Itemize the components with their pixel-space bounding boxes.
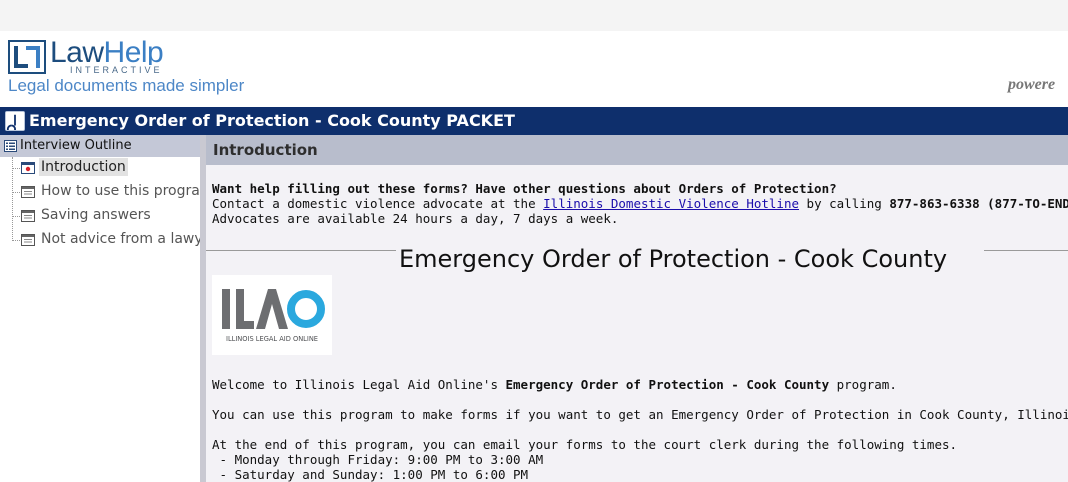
tree-branch bbox=[12, 240, 20, 241]
use-paragraph: You can use this program to make forms i… bbox=[212, 407, 1068, 422]
program-title: Emergency Order of Protection - Cook Cou… bbox=[399, 245, 948, 273]
welcome-paragraph: Welcome to Illinois Legal Aid Online's E… bbox=[212, 377, 897, 392]
contact-prefix: Contact a domestic violence advocate at … bbox=[212, 196, 544, 211]
outline-item-label: Not advice from a lawyer bbox=[41, 231, 200, 247]
outline-item-how-to-use[interactable]: How to use this program bbox=[0, 181, 200, 203]
tree-branch bbox=[12, 192, 20, 193]
logo-tagline: Legal documents made simpler bbox=[8, 76, 245, 95]
outline-item-label: Introduction bbox=[39, 158, 128, 176]
interview-titlebar: Emergency Order of Protection - Cook Cou… bbox=[0, 107, 1068, 135]
outline-item-saving-answers[interactable]: Saving answers bbox=[0, 205, 200, 227]
lawhelp-mark-icon bbox=[8, 40, 46, 74]
section-header: Introduction bbox=[206, 135, 1068, 165]
hotline-number: 877-863-6338 (877-TO-END-DV) bbox=[889, 196, 1068, 211]
page-icon bbox=[21, 210, 35, 222]
title-rule-right bbox=[984, 250, 1068, 251]
logo-subtitle: INTERACTIVE bbox=[68, 65, 165, 75]
powered-by-text: powere bbox=[1008, 76, 1056, 93]
tree-branch bbox=[12, 216, 20, 217]
ilao-logo-caption: ILLINOIS LEGAL AID ONLINE bbox=[226, 334, 318, 343]
ilao-logo: ILLINOIS LEGAL AID ONLINE bbox=[212, 275, 332, 355]
welcome-suffix: program. bbox=[829, 377, 897, 392]
outline-item-label: Saving answers bbox=[41, 207, 151, 223]
ilao-logo-image: ILLINOIS LEGAL AID ONLINE bbox=[222, 289, 325, 343]
tree-branch bbox=[12, 168, 20, 169]
hotline-link[interactable]: Illinois Domestic Violence Hotline bbox=[543, 196, 799, 211]
lawhelp-logo[interactable]: LawHelp INTERACTIVE Legal documents made… bbox=[8, 36, 248, 98]
email-text: At the end of this program, you can emai… bbox=[212, 437, 958, 452]
time-weekday: - Monday through Friday: 9:00 PM to 3:00… bbox=[212, 452, 544, 467]
contact-mid: by calling bbox=[799, 196, 890, 211]
page-icon bbox=[21, 234, 35, 246]
outline-header-label: Interview Outline bbox=[20, 138, 132, 153]
email-paragraph: At the end of this program, you can emai… bbox=[212, 437, 957, 482]
current-page-icon bbox=[21, 162, 35, 174]
question-panel: Introduction Want help filling out these… bbox=[206, 135, 1068, 482]
browser-top-strip bbox=[0, 0, 1068, 31]
interview-outline-panel: Interview Outline Introduction How to us… bbox=[0, 135, 200, 482]
outline-item-introduction[interactable]: Introduction bbox=[0, 157, 200, 179]
advocates-note: Advocates are available 24 hours a day, … bbox=[212, 211, 619, 226]
outline-item-label: How to use this program bbox=[41, 183, 200, 199]
title-rule-left bbox=[206, 250, 396, 251]
outline-item-not-advice[interactable]: Not advice from a lawyer bbox=[0, 229, 200, 251]
welcome-prefix: Welcome to Illinois Legal Aid Online's bbox=[212, 377, 506, 392]
welcome-program: Emergency Order of Protection - Cook Cou… bbox=[505, 377, 830, 392]
section-title: Introduction bbox=[213, 141, 318, 159]
interview-title: Emergency Order of Protection - Cook Cou… bbox=[29, 111, 515, 130]
time-weekend: - Saturday and Sunday: 1:00 PM to 6:00 P… bbox=[212, 467, 529, 482]
page-icon bbox=[21, 186, 35, 198]
help-notice: Want help filling out these forms? Have … bbox=[212, 181, 1068, 226]
help-question: Want help filling out these forms? Have … bbox=[212, 181, 837, 196]
document-icon bbox=[5, 111, 25, 131]
outline-header[interactable]: Interview Outline bbox=[0, 135, 200, 157]
outline-list-icon bbox=[4, 140, 17, 152]
